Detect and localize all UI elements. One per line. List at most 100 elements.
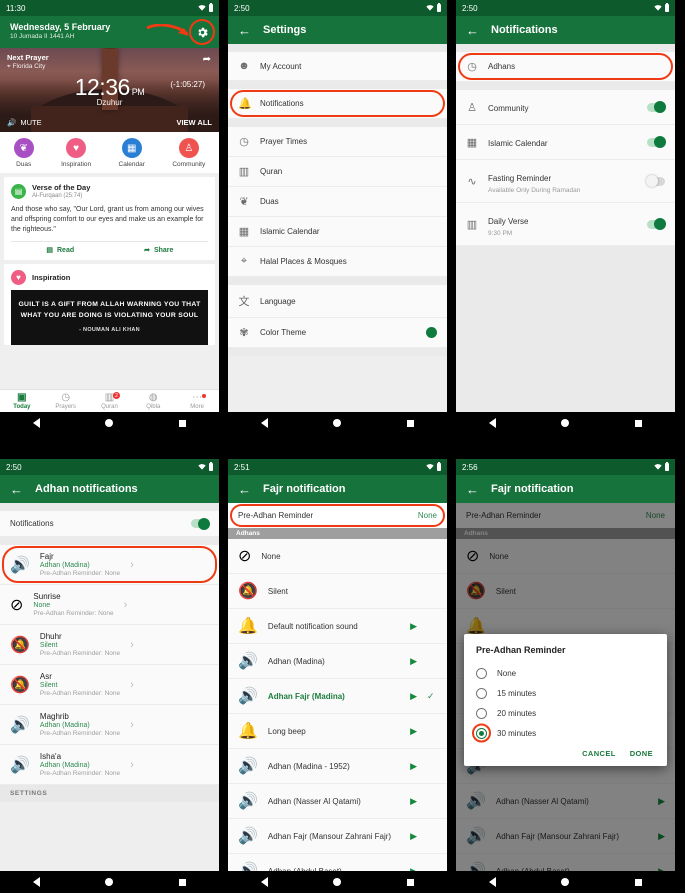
- back-triangle-icon[interactable]: [32, 418, 40, 428]
- back-arrow-icon[interactable]: ←: [466, 24, 479, 37]
- back-triangle-icon[interactable]: [260, 418, 268, 428]
- prayer-name: Maghrib: [39, 712, 69, 721]
- radio-button[interactable]: [476, 687, 487, 699]
- option-label: 15 minutes: [497, 688, 537, 698]
- mute-button[interactable]: 🔊 MUTE: [7, 118, 42, 127]
- shortcut-inspiration[interactable]: ♥ Inspiration: [61, 138, 91, 168]
- home-circle-icon[interactable]: [105, 878, 114, 886]
- verse-of-the-day-card[interactable]: ▤ Verse of the Day Al-Furqaan (25:74) An…: [4, 177, 215, 261]
- back-arrow-icon[interactable]: ←: [10, 483, 23, 496]
- next-prayer-card[interactable]: Next Prayer ⌖ Florida City ➦ 12:36 PM (-1…: [0, 48, 219, 132]
- settings-item-quran[interactable]: ▥ Quran: [228, 157, 447, 187]
- sound-row-mansour-zahrani[interactable]: 🔊 Adhan Fajr (Mansour Zahrani Fajr) ▶ ✓: [228, 819, 447, 854]
- play-icon[interactable]: ▶: [410, 691, 417, 702]
- recents-square-icon[interactable]: [407, 878, 415, 886]
- sound-row-none[interactable]: ⊘ None ▶ ✓: [228, 539, 447, 574]
- recents-square-icon[interactable]: [635, 878, 643, 886]
- tab-today[interactable]: ▣ Today: [0, 393, 44, 411]
- pin-icon: ⌖: [240, 255, 248, 267]
- tab-prayers[interactable]: ◷ Prayers: [44, 393, 88, 411]
- recents-square-icon[interactable]: [179, 878, 187, 886]
- notifications-item-islamic-calendar[interactable]: ▦ Islamic Calendar: [456, 125, 675, 160]
- sound-row-long-beep[interactable]: 🔔 Long beep ▶ ✓: [228, 714, 447, 749]
- prayer-row-ishaa[interactable]: 🔊 Isha'a Adhan (Madina) Pre-Adhan Remind…: [0, 745, 219, 785]
- settings-item-prayer-times[interactable]: ◷ Prayer Times: [228, 127, 447, 157]
- share-button[interactable]: ➦ Share: [110, 246, 209, 255]
- master-notifications-row[interactable]: Notifications: [0, 511, 219, 537]
- tab-quran[interactable]: 2 ▥ Quran: [88, 392, 132, 410]
- status-bar: 2:56: [456, 459, 675, 475]
- back-arrow-icon[interactable]: ←: [466, 483, 479, 496]
- home-circle-icon[interactable]: [561, 419, 570, 427]
- prayer-row-sunrise[interactable]: ⊘ Sunrise None Pre-Adhan Reminder: None …: [0, 585, 219, 625]
- read-button[interactable]: ▤ Read: [11, 246, 110, 255]
- settings-item-notifications[interactable]: 🔔 Notifications: [228, 89, 447, 119]
- people-icon: ♙: [178, 138, 199, 158]
- home-circle-icon[interactable]: [561, 878, 570, 886]
- radio-button[interactable]: [476, 667, 487, 679]
- share-icon[interactable]: ➦: [203, 54, 211, 65]
- play-icon[interactable]: ▶: [410, 796, 417, 807]
- toggle-notifications[interactable]: [191, 517, 210, 530]
- sound-row-nasser-al-qatami[interactable]: 🔊 Adhan (Nasser Al Qatami) ▶ ✓: [228, 784, 447, 819]
- home-circle-icon[interactable]: [333, 878, 342, 886]
- dialog-option-15-minutes[interactable]: 15 minutes: [476, 683, 655, 703]
- radio-button[interactable]: [476, 707, 487, 719]
- back-arrow-icon[interactable]: ←: [238, 483, 251, 496]
- home-circle-icon[interactable]: [333, 419, 342, 427]
- toggle-fasting-reminder[interactable]: [646, 175, 665, 187]
- recents-square-icon[interactable]: [407, 419, 415, 427]
- toggle-community[interactable]: [647, 101, 666, 113]
- play-icon[interactable]: ▶: [410, 621, 417, 632]
- settings-item-language[interactable]: 文 Language: [228, 285, 447, 318]
- notifications-item-daily-verse[interactable]: ▥ Daily Verse 9:30 PM: [456, 203, 675, 246]
- sound-row-adhan-fajr-madina[interactable]: 🔊 Adhan Fajr (Madina) ▶ ✓: [228, 679, 447, 714]
- play-icon[interactable]: ▶: [410, 831, 417, 842]
- play-icon[interactable]: ▶: [410, 656, 417, 667]
- sound-row-adhan-madina-1952[interactable]: 🔊 Adhan (Madina - 1952) ▶ ✓: [228, 749, 447, 784]
- back-triangle-icon[interactable]: [260, 877, 268, 887]
- view-all-button[interactable]: VIEW ALL: [176, 118, 212, 127]
- shortcut-duas[interactable]: ❦ Duas: [13, 138, 34, 168]
- sound-row-adhan-madina[interactable]: 🔊 Adhan (Madina) ▶ ✓: [228, 644, 447, 679]
- prayer-row-maghrib[interactable]: 🔊 Maghrib Adhan (Madina) Pre-Adhan Remin…: [0, 705, 219, 745]
- toggle-daily-verse[interactable]: [647, 218, 666, 230]
- shortcut-calendar[interactable]: ▦ Calendar: [119, 138, 145, 168]
- color-swatch[interactable]: [426, 327, 437, 338]
- sound-row-abdul-baset[interactable]: 🔊 Adhan (Abdul Baset) ▶ ✓: [228, 854, 447, 871]
- home-circle-icon[interactable]: [105, 419, 114, 427]
- tab-more[interactable]: ⋯ More: [175, 393, 219, 410]
- settings-item-islamic-calendar[interactable]: ▦ Islamic Calendar: [228, 217, 447, 247]
- notifications-item-community[interactable]: ♙ Community: [456, 90, 675, 125]
- back-arrow-icon[interactable]: ←: [238, 24, 251, 37]
- tab-qibla[interactable]: ◍ Qibla: [131, 393, 175, 411]
- notifications-item-adhans[interactable]: ◷ Adhans: [456, 52, 675, 82]
- toggle-islamic-calendar[interactable]: [647, 136, 666, 148]
- dialog-option-30-minutes[interactable]: 30 minutes: [472, 723, 655, 743]
- prayer-row-asr[interactable]: 🔕 Asr Silent Pre-Adhan Reminder: None ›: [0, 665, 219, 705]
- notifications-item-fasting-reminder[interactable]: ∿ Fasting Reminder Available Only During…: [456, 160, 675, 203]
- sound-label: Adhan (Madina): [267, 656, 325, 666]
- prayer-row-fajr[interactable]: 🔊 Fajr Adhan (Madina) Pre-Adhan Reminder…: [0, 545, 219, 585]
- cancel-button[interactable]: CANCEL: [582, 749, 616, 758]
- sound-row-silent[interactable]: 🔕 Silent ▶ ✓: [228, 574, 447, 609]
- settings-item-duas[interactable]: ❦ Duas: [228, 187, 447, 217]
- back-triangle-icon[interactable]: [32, 877, 40, 887]
- settings-item-halal-places[interactable]: ⌖ Halal Places & Mosques: [228, 247, 447, 277]
- inspiration-card[interactable]: ♥ Inspiration GUILT IS A GIFT FROM ALLAH…: [4, 264, 215, 345]
- back-triangle-icon[interactable]: [488, 418, 496, 428]
- done-button[interactable]: DONE: [630, 749, 653, 758]
- sound-row-default[interactable]: 🔔 Default notification sound ▶ ✓: [228, 609, 447, 644]
- settings-item-my-account[interactable]: ☻ My Account: [228, 52, 447, 81]
- settings-item-color-theme[interactable]: ✾ Color Theme: [228, 318, 447, 348]
- recents-square-icon[interactable]: [635, 419, 643, 427]
- play-icon[interactable]: ▶: [410, 726, 417, 737]
- dialog-option-none[interactable]: None: [476, 663, 655, 683]
- dialog-option-20-minutes[interactable]: 20 minutes: [476, 703, 655, 723]
- shortcut-community[interactable]: ♙ Community: [172, 138, 205, 168]
- prayer-row-dhuhr[interactable]: 🔕 Dhuhr Silent Pre-Adhan Reminder: None …: [0, 625, 219, 665]
- pre-adhan-reminder-row[interactable]: Pre-Adhan Reminder None: [228, 503, 447, 528]
- back-triangle-icon[interactable]: [488, 877, 496, 887]
- play-icon[interactable]: ▶: [410, 761, 417, 772]
- recents-square-icon[interactable]: [179, 419, 187, 427]
